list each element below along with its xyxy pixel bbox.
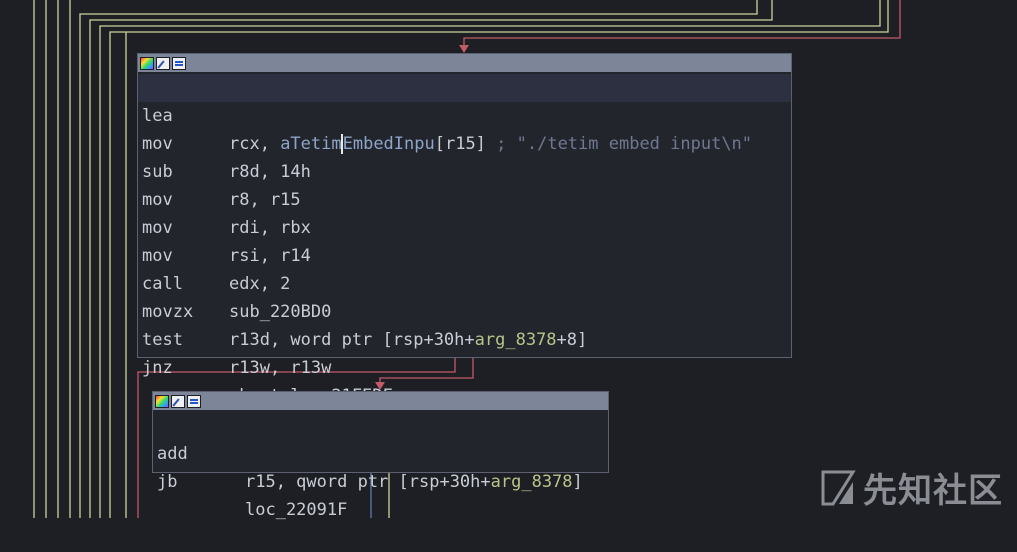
graph-icon[interactable] [187,394,201,408]
watermark: 先知社区 [819,463,1003,512]
watermark-text: 先知社区 [863,471,1003,511]
asm-line[interactable]: mov rdi, rbx [138,158,791,238]
edge-jump [379,357,474,384]
stack-arg: arg_8378 [490,472,573,492]
asm-line[interactable]: call sub_220BD0 [138,242,791,322]
asm-line[interactable]: lea rcx, aTetimEmbedInpu[r15] ; "./tetim… [138,74,791,154]
block-header [138,54,791,72]
watermark-logo-icon [821,470,856,505]
asm-line[interactable]: mov r8d, 14h [138,102,791,182]
graph-icon[interactable] [172,56,186,70]
color-icon[interactable] [140,56,154,70]
asm-line[interactable]: mov edx, 2 [138,214,791,294]
edge-arrow [459,45,469,53]
block-header [153,392,608,410]
asm-line[interactable]: test r13w, r13w [138,298,791,378]
mnemonic: jb [157,472,178,492]
color-icon[interactable] [155,394,169,408]
asm-line[interactable]: mov rsi, r14 [138,186,791,266]
operands[interactable]: r13w, r13w [229,354,331,382]
mnemonic: jnz [142,358,173,378]
rename-icon[interactable] [171,394,185,408]
asm-line[interactable]: movzx r13d, word ptr [rsp+30h+arg_8378+8… [138,270,791,350]
basic-block-1[interactable]: lea rcx, aTetimEmbedInpu[r15] ; "./tetim… [137,53,792,406]
asm-line[interactable]: sub r8, r15 [138,130,791,210]
basic-block-2[interactable]: add r15, qword ptr [rsp+30h+arg_8378] jb… [152,391,609,520]
operands[interactable]: loc_22091F [245,496,347,524]
operands[interactable]: r15, qword ptr [rsp+30h+arg_8378] [245,468,583,496]
asm-line[interactable]: jnz short loc_21FEDF [138,326,791,406]
asm-line[interactable]: jb loc_22091F [153,440,608,520]
edge-jump [463,0,901,47]
rename-icon[interactable] [156,56,170,70]
asm-line[interactable]: add r15, qword ptr [rsp+30h+arg_8378] [153,412,608,492]
